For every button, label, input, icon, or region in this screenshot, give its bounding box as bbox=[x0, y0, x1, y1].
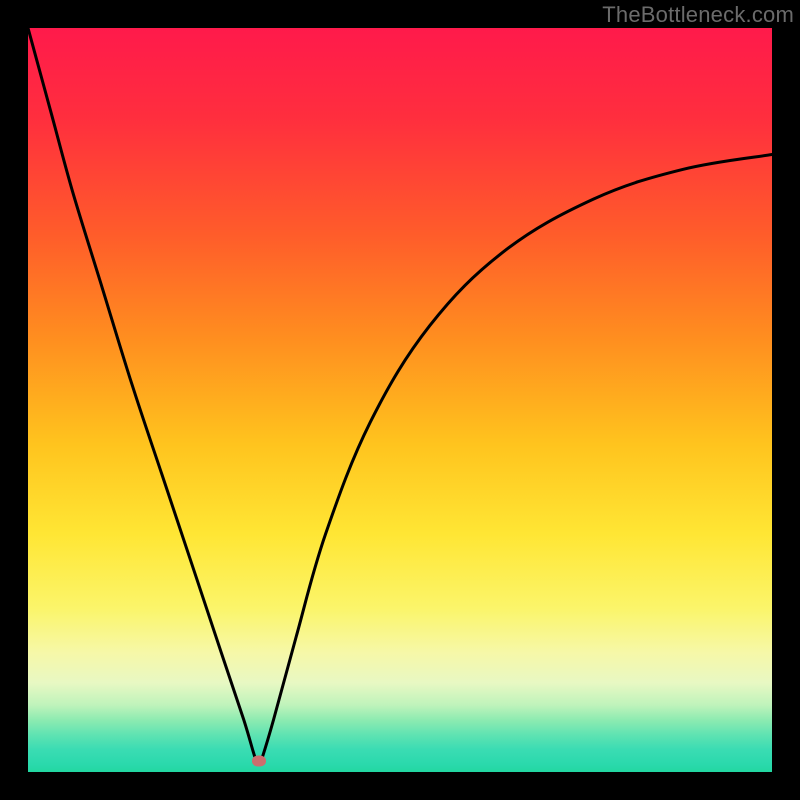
chart-curve-svg bbox=[28, 28, 772, 772]
chart-area bbox=[28, 28, 772, 772]
watermark-text: TheBottleneck.com bbox=[602, 2, 794, 28]
bottleneck-curve bbox=[28, 28, 772, 765]
optimal-point-marker bbox=[252, 755, 266, 766]
